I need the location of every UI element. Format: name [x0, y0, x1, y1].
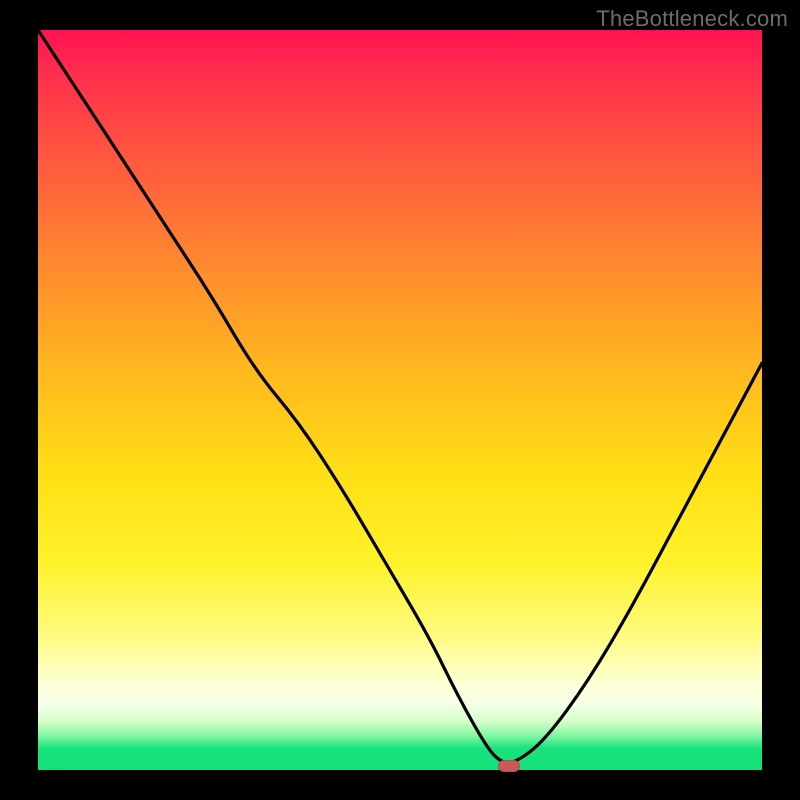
watermark-text: TheBottleneck.com — [596, 6, 788, 32]
optimal-marker — [498, 760, 520, 772]
chart-frame: TheBottleneck.com — [0, 0, 800, 800]
plot-area — [38, 30, 762, 770]
bottleneck-curve — [38, 30, 762, 770]
